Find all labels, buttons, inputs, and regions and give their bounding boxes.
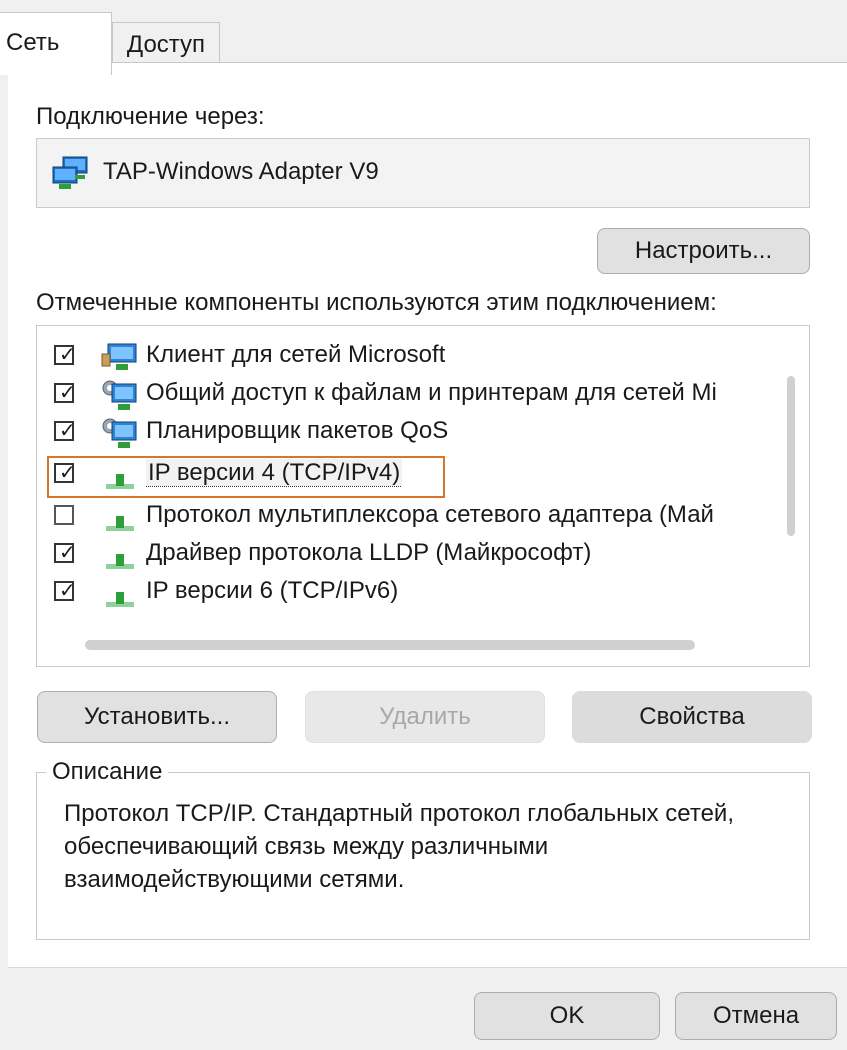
checkmark-icon: ✓ [59,382,76,404]
tab-network-label: Сеть [6,29,60,56]
list-item-label: Протокол мультиплексора сетевого адаптер… [146,501,714,528]
list-item[interactable]: ✓ Планировщик пакетов QoS [54,414,794,452]
vertical-scrollbar[interactable] [787,376,795,536]
components-label: Отмеченные компоненты используются этим … [36,289,717,316]
list-item-label: Планировщик пакетов QoS [146,417,449,444]
list-item-label: Драйвер протокола LLDP (Майкрософт) [146,539,592,566]
tab-network[interactable]: Сеть [0,12,112,75]
adapter-box: TAP-Windows Adapter V9 [36,138,810,208]
checkmark-icon: ✓ [59,542,76,564]
network-adapter-icon [52,156,88,189]
list-item[interactable]: ✓ Драйвер протокола LLDP (Майкрософт) [54,536,794,574]
file-printer-sharing-icon [102,380,137,410]
list-item[interactable]: Протокол мультиплексора сетевого адаптер… [54,498,794,536]
configure-button[interactable]: Настроить... [597,228,810,274]
protocol-icon [106,516,134,531]
list-item-label: Общий доступ к файлам и принтерам для се… [146,379,717,406]
list-item-label: IP версии 6 (TCP/IPv6) [146,577,399,604]
list-item-label: Клиент для сетей Microsoft [146,341,446,368]
properties-button[interactable]: Свойства [572,691,812,743]
checkbox[interactable] [54,505,74,525]
list-item[interactable]: ✓ Клиент для сетей Microsoft [54,338,794,376]
tab-sharing-label: Доступ [126,31,206,58]
checkmark-icon: ✓ [59,420,76,442]
connect-using-label: Подключение через: [36,103,265,130]
install-button[interactable]: Установить... [37,691,277,743]
checkbox[interactable]: ✓ [54,580,76,602]
protocol-icon [106,592,134,607]
list-item[interactable]: ✓ Общий доступ к файлам и принтерам для … [54,376,794,414]
checkbox[interactable]: ✓ [54,382,76,404]
description-title: Описание [46,758,169,786]
selection-highlight [47,456,445,498]
network-client-icon [101,343,137,370]
cancel-button[interactable]: Отмена [675,992,837,1040]
checkbox[interactable]: ✓ [54,542,76,564]
qos-scheduler-icon [102,418,137,448]
description-text: Протокол TCP/IP. Стандартный протокол гл… [64,800,734,893]
list-item[interactable]: ✓ IP версии 6 (TCP/IPv6) [54,574,794,612]
tab-sharing[interactable]: Доступ [112,22,220,62]
adapter-name: TAP-Windows Adapter V9 [103,158,379,185]
checkmark-icon: ✓ [59,344,76,366]
checkbox[interactable]: ✓ [54,344,76,366]
checkbox[interactable]: ✓ [54,420,76,442]
horizontal-scrollbar[interactable] [85,640,695,650]
remove-button[interactable]: Удалить [305,691,545,743]
protocol-icon [106,554,134,569]
checkmark-icon: ✓ [59,580,76,602]
ok-button[interactable]: OK [474,992,660,1040]
